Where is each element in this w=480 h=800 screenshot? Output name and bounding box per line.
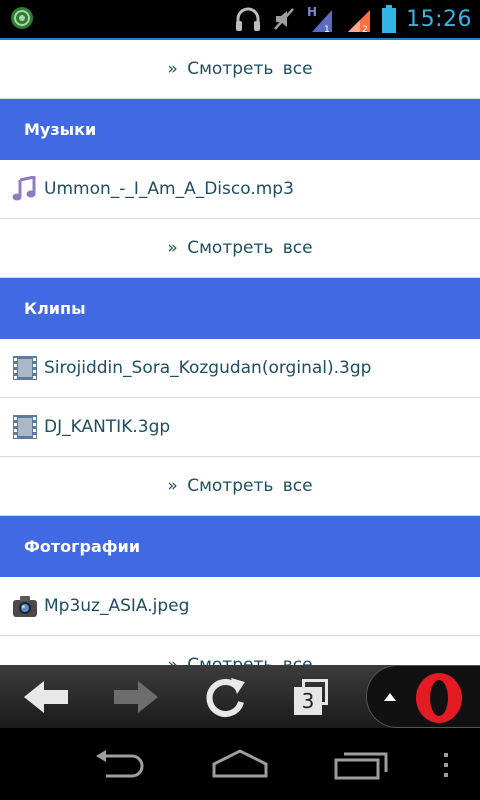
menu-up-icon	[384, 693, 396, 701]
browser-toolbar: 3	[0, 665, 480, 728]
reload-button[interactable]	[196, 665, 256, 728]
battery-icon	[382, 5, 397, 33]
signal-h-icon: H 1	[307, 5, 333, 33]
tabs-button[interactable]: 3	[294, 679, 328, 715]
camera-icon	[13, 596, 37, 617]
nav-home-icon[interactable]	[210, 748, 270, 780]
clock: 15:26	[406, 6, 472, 32]
overflow-menu-icon[interactable]	[442, 752, 450, 778]
svg-text:2: 2	[362, 25, 368, 33]
headset-icon	[236, 7, 261, 31]
back-button[interactable]	[16, 665, 76, 728]
file-name: Ummon_-_I_Am_A_Disco.mp3	[44, 179, 294, 199]
reload-icon	[206, 677, 245, 717]
nav-back-icon[interactable]	[92, 748, 148, 780]
opera-logo-icon	[416, 673, 462, 723]
view-all-link[interactable]: » Смотреть все	[0, 457, 480, 516]
view-all-link[interactable]: » Смотреть все	[0, 219, 480, 278]
system-nav-bar	[0, 728, 480, 800]
svg-text:H: H	[307, 5, 317, 19]
opera-menu-button[interactable]	[366, 665, 480, 728]
forward-arrow-icon	[114, 680, 158, 713]
music-note-icon	[12, 176, 36, 201]
status-bar: H 1 2 15:26	[0, 0, 480, 40]
view-all-link[interactable]: » Смотреть все	[0, 636, 480, 665]
svg-text:1: 1	[324, 25, 330, 33]
file-name: Sirojiddin_Sora_Kozgudan(orginal).3gp	[44, 358, 372, 378]
page-content: » Смотреть все Музыки Ummon_-_I_Am_A_Dis…	[0, 40, 480, 665]
list-item[interactable]: Mp3uz_ASIA.jpeg	[0, 577, 480, 636]
mute-icon	[274, 8, 295, 30]
section-header-photos: Фотографии	[0, 516, 480, 577]
notification-app-icon	[11, 7, 33, 29]
view-all-link[interactable]: » Смотреть все	[0, 40, 480, 99]
list-item[interactable]: Ummon_-_I_Am_A_Disco.mp3	[0, 160, 480, 219]
list-item[interactable]: DJ_KANTIK.3gp	[0, 398, 480, 457]
film-icon	[13, 356, 37, 380]
file-name: DJ_KANTIK.3gp	[44, 417, 171, 437]
file-name: Mp3uz_ASIA.jpeg	[44, 596, 190, 616]
film-icon	[13, 415, 37, 439]
nav-recents-icon[interactable]	[334, 748, 388, 780]
forward-button[interactable]	[106, 665, 166, 728]
list-item[interactable]: Sirojiddin_Sora_Kozgudan(orginal).3gp	[0, 339, 480, 398]
section-header-clips: Клипы	[0, 278, 480, 339]
back-arrow-icon	[24, 680, 68, 713]
signal-2-icon: 2	[348, 10, 371, 33]
tab-count: 3	[294, 687, 322, 715]
section-header-music: Музыки	[0, 99, 480, 160]
